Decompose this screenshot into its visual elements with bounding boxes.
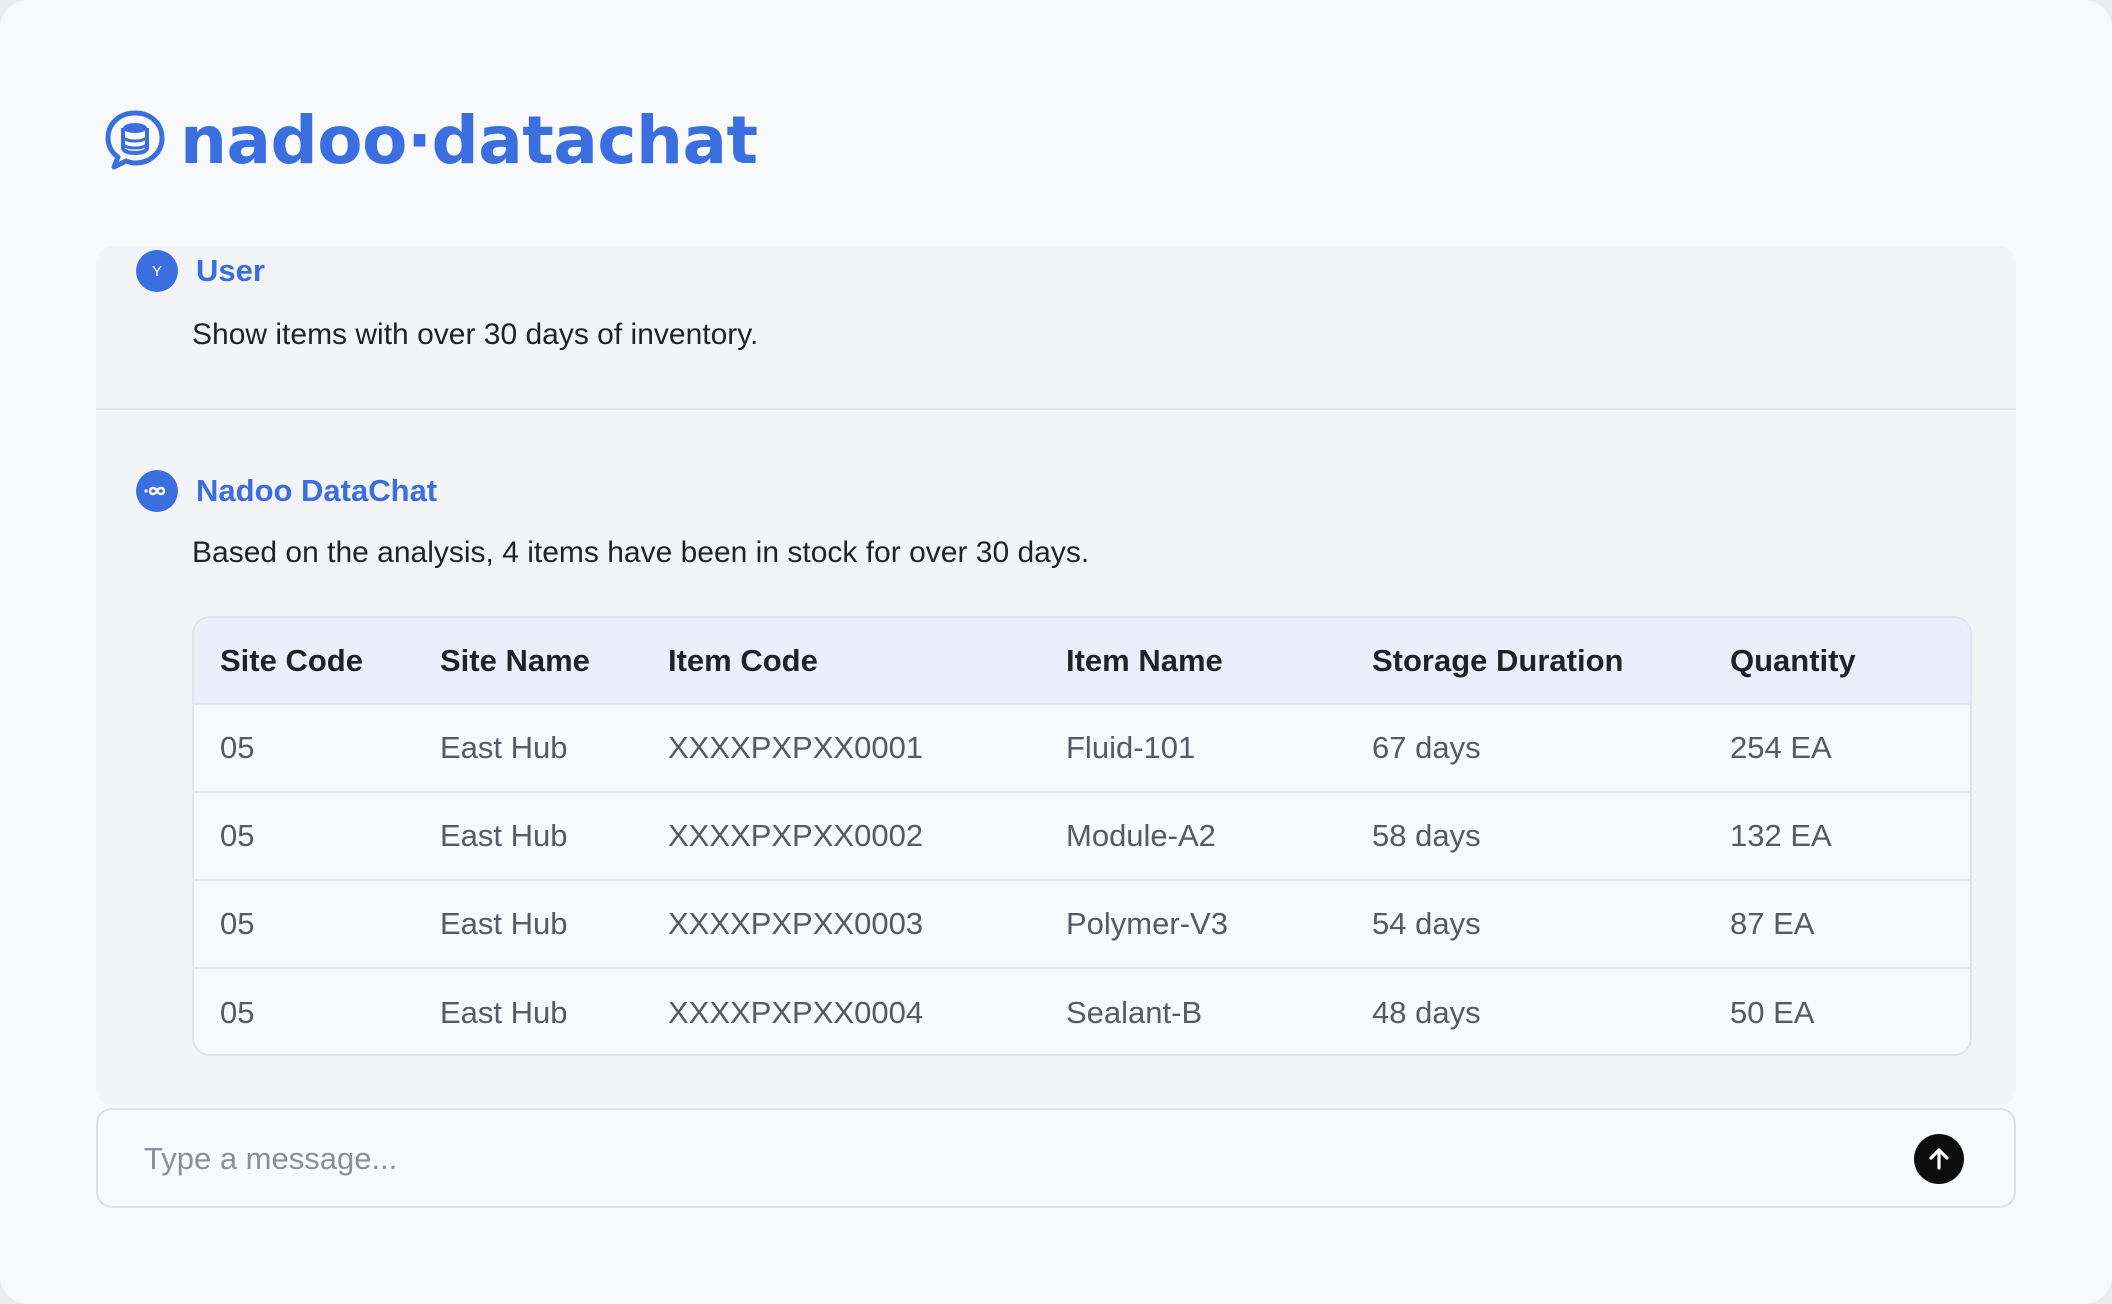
cell-storage-duration: 58 days <box>1372 818 1481 853</box>
bot-message-header: Nadoo DataChat <box>136 470 437 512</box>
cell-storage-duration: 67 days <box>1372 730 1481 765</box>
cell-storage-duration: 54 days <box>1372 906 1481 941</box>
user-message: Y User Show items with over 30 days of i… <box>96 246 2016 410</box>
brand-name: nadoo·datachat <box>180 101 758 179</box>
table-row: 05 East Hub XXXXPXPXX0003 Polymer-V3 54 … <box>194 880 1970 968</box>
cell-item-code: XXXXPXPXX0003 <box>668 906 924 941</box>
cell-item-name: Sealant-B <box>1066 994 1203 1030</box>
cell-item-code: XXXXPXPXX0001 <box>668 730 924 765</box>
header-site-code: Site Code <box>220 642 363 678</box>
cell-site-name: East Hub <box>440 906 568 941</box>
cell-quantity: 87 EA <box>1730 906 1815 941</box>
chat-database-logo-icon <box>105 110 165 170</box>
cell-site-name: East Hub <box>440 994 568 1030</box>
cell-item-name: Fluid-101 <box>1066 730 1196 765</box>
cell-site-name: East Hub <box>440 730 568 765</box>
results-table: Site Code Site Name Item Code Item Name … <box>192 616 1972 1056</box>
message-input[interactable] <box>144 1134 1844 1184</box>
arrow-up-icon <box>1929 1148 1949 1170</box>
cell-item-code: XXXXPXPXX0004 <box>668 994 924 1030</box>
header-item-name: Item Name <box>1066 642 1223 678</box>
cell-item-name: Polymer-V3 <box>1066 906 1228 941</box>
user-sender-name: User <box>196 253 265 288</box>
cell-quantity: 50 EA <box>1730 994 1815 1030</box>
send-button[interactable] <box>1914 1134 1964 1184</box>
bot-message-text: Based on the analysis, 4 items have been… <box>192 536 1090 569</box>
cell-storage-duration: 48 days <box>1372 994 1481 1030</box>
cell-site-name: East Hub <box>440 818 568 853</box>
cell-quantity: 254 EA <box>1730 730 1832 765</box>
app-window: nadoo·datachat Y User Show items with ov… <box>0 0 2112 1304</box>
cell-quantity: 132 EA <box>1730 818 1832 853</box>
cell-item-name: Module-A2 <box>1066 818 1216 853</box>
brand-header: nadoo·datachat <box>104 100 758 180</box>
cell-site-code: 05 <box>220 730 255 765</box>
cell-site-code: 05 <box>220 818 255 853</box>
header-item-code: Item Code <box>668 642 818 678</box>
table-row: 05 East Hub XXXXPXPXX0004 Sealant-B 48 d… <box>194 968 1970 1054</box>
cell-item-code: XXXXPXPXX0002 <box>668 818 924 853</box>
table-row: 05 East Hub XXXXPXPXX0002 Module-A2 58 d… <box>194 792 1970 880</box>
user-message-header: Y User <box>136 250 265 292</box>
cell-site-code: 05 <box>220 906 255 941</box>
user-avatar: Y <box>136 250 178 292</box>
infinity-icon <box>136 470 178 512</box>
header-storage-duration: Storage Duration <box>1372 642 1624 678</box>
bot-message: Nadoo DataChat Based on the analysis, 4 … <box>96 410 2016 1106</box>
table-header-row: Site Code Site Name Item Code Item Name … <box>194 618 1970 704</box>
user-message-text: Show items with over 30 days of inventor… <box>192 318 759 351</box>
header-site-name: Site Name <box>440 642 590 678</box>
table-row: 05 East Hub XXXXPXPXX0001 Fluid-101 67 d… <box>194 704 1970 792</box>
cell-site-code: 05 <box>220 994 255 1030</box>
header-quantity: Quantity <box>1730 642 1856 678</box>
message-composer <box>96 1108 2016 1208</box>
bot-sender-name: Nadoo DataChat <box>196 473 438 508</box>
chat-thread: Y User Show items with over 30 days of i… <box>96 246 2016 1106</box>
